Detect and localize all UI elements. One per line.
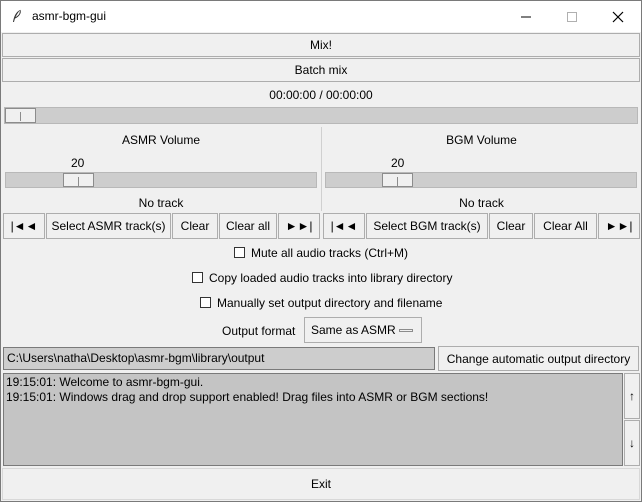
exit-button[interactable]: Exit [2,468,640,500]
manual-output-label: Manually set output directory and filena… [217,296,443,310]
asmr-prev-button[interactable]: |◄◄ [3,213,45,239]
copy-library-checkbox[interactable] [192,272,203,283]
asmr-clear-all-button[interactable]: Clear all [219,213,277,239]
bgm-volume-title: BGM Volume [446,133,517,147]
mix-button[interactable]: Mix! [2,33,640,57]
mute-checkbox[interactable] [234,247,245,258]
dropdown-indicator-icon [399,329,413,332]
progress-slider-thumb[interactable] [5,108,36,123]
minimize-icon [521,16,531,17]
output-format-select[interactable]: Same as ASMR [304,317,422,343]
maximize-icon [567,11,577,22]
bgm-clear-all-button[interactable]: Clear All [534,213,597,239]
progress-slider-trough[interactable] [4,107,638,124]
bgm-volume-value: 20 [391,156,405,170]
asmr-volume-slider[interactable] [5,172,317,188]
feather-icon [13,9,21,22]
change-output-dir-button[interactable]: Change automatic output directory [438,346,639,371]
asmr-track-status: No track [138,196,184,210]
maximize-button[interactable] [549,1,595,32]
minimize-button[interactable] [503,1,549,32]
log-line: 19:15:01: Windows drag and drop support … [6,390,489,404]
app-window: asmr-bgm-gui Mix! Batch mix 00:00:00 / 0… [0,0,642,502]
bgm-volume-thumb[interactable] [382,173,413,187]
log-scroll-up-button[interactable]: ↑ [624,373,640,419]
bgm-track-status: No track [459,196,504,210]
bgm-clear-button[interactable]: Clear [489,213,533,239]
copy-library-label: Copy loaded audio tracks into library di… [209,271,453,285]
bgm-prev-button[interactable]: |◄◄ [323,213,365,239]
output-format-value: Same as ASMR [311,323,396,337]
output-path-field[interactable]: C:\Users\natha\Desktop\asmr-bgm\library\… [3,347,435,370]
bgm-next-button[interactable]: ►►| [598,213,640,239]
close-icon [612,11,624,22]
close-button[interactable] [595,1,641,32]
manual-output-checkbox[interactable] [200,297,211,308]
output-format-label: Output format [222,324,296,338]
title-bar: asmr-bgm-gui [1,1,641,32]
playback-time: 00:00:00 / 00:00:00 [269,88,373,102]
asmr-volume-title: ASMR Volume [121,133,201,147]
batch-mix-button[interactable]: Batch mix [2,58,640,82]
log-text-area[interactable]: 19:15:01: Welcome to asmr-bgm-gui. 19:15… [3,373,623,466]
asmr-volume-value: 20 [71,156,85,170]
select-asmr-button[interactable]: Select ASMR track(s) [46,213,171,239]
log-line: 19:15:01: Welcome to asmr-bgm-gui. [6,375,204,389]
bgm-volume-slider[interactable] [325,172,637,188]
window-title: asmr-bgm-gui [32,9,107,23]
asmr-next-button[interactable]: ►►| [278,213,320,239]
mute-label: Mute all audio tracks (Ctrl+M) [251,246,409,260]
log-scroll-down-button[interactable]: ↓ [624,420,640,466]
asmr-volume-thumb[interactable] [63,173,94,187]
asmr-clear-button[interactable]: Clear [172,213,218,239]
select-bgm-button[interactable]: Select BGM track(s) [366,213,488,239]
